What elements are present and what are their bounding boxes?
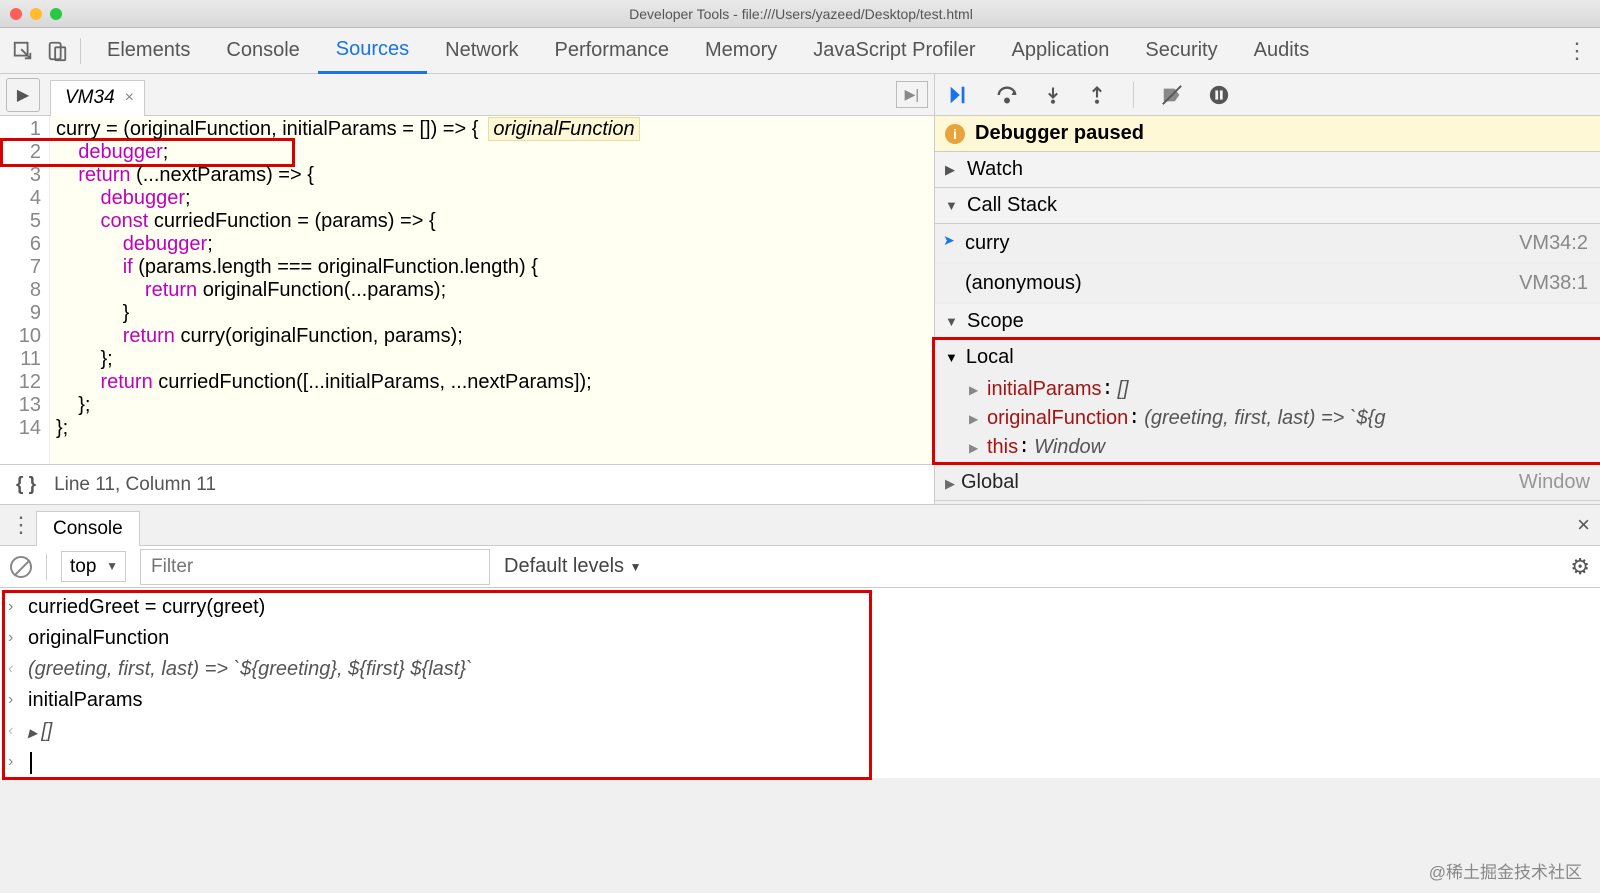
tab-javascript-profiler[interactable]: JavaScript Profiler: [795, 28, 993, 74]
more-icon[interactable]: ⋮: [10, 512, 30, 538]
clear-console-icon[interactable]: [10, 556, 32, 578]
console-input-row[interactable]: [0, 747, 1600, 778]
tab-sources[interactable]: Sources: [318, 28, 427, 74]
call-stack-section[interactable]: ▼Call Stack: [935, 188, 1600, 224]
pretty-print-icon[interactable]: { }: [16, 474, 36, 496]
context-select[interactable]: top: [61, 551, 126, 582]
window-titlebar: Developer Tools - file:///Users/yazeed/D…: [0, 0, 1600, 28]
file-name: VM34: [65, 87, 115, 109]
watermark: @稀土掘金技术社区: [1429, 858, 1582, 883]
step-into-icon[interactable]: [1043, 84, 1063, 106]
deactivate-breakpoints-icon[interactable]: [1160, 84, 1184, 106]
call-stack-frame[interactable]: (anonymous)VM38:1: [935, 264, 1600, 304]
close-icon[interactable]: ×: [1577, 512, 1590, 538]
tab-security[interactable]: Security: [1127, 28, 1235, 74]
editor-status-bar: { } Line 11, Column 11: [0, 464, 934, 504]
cursor-position: Line 11, Column 11: [54, 474, 216, 496]
scope-variable[interactable]: ▶initialParams: []: [935, 375, 1600, 404]
console-input-row: originalFunction: [0, 623, 1600, 654]
scope-global-header[interactable]: ▶Global Window: [935, 465, 1600, 501]
warning-icon: i: [945, 124, 965, 144]
watch-section[interactable]: ▶Watch: [935, 152, 1600, 188]
window-title: Developer Tools - file:///Users/yazeed/D…: [12, 6, 1590, 22]
devtools-tabs: ElementsConsoleSourcesNetworkPerformance…: [0, 28, 1600, 74]
pause-on-exceptions-icon[interactable]: [1208, 84, 1230, 106]
code-editor[interactable]: 1234567891011121314 curry = (originalFun…: [0, 116, 934, 464]
console-output-row: ▶[]: [0, 716, 1600, 747]
file-tab-bar: ▶ VM34 × ▶|: [0, 74, 934, 116]
filter-input[interactable]: [140, 549, 490, 585]
gear-icon[interactable]: ⚙: [1570, 554, 1590, 580]
debugger-panel: i Debugger paused ▶Watch ▼Call Stack cur…: [935, 74, 1600, 504]
code-lines: curry = (originalFunction, initialParams…: [50, 116, 934, 464]
resume-icon[interactable]: [945, 84, 971, 106]
inspect-icon[interactable]: [8, 36, 38, 66]
step-out-icon[interactable]: [1087, 84, 1107, 106]
more-icon[interactable]: ⋮: [1562, 38, 1592, 64]
separator: [80, 38, 81, 64]
console-output[interactable]: curriedGreet = curry(greet)originalFunct…: [0, 588, 1600, 778]
debugger-paused-message: i Debugger paused: [935, 116, 1600, 152]
tab-network[interactable]: Network: [427, 28, 536, 74]
step-over-icon[interactable]: [995, 84, 1019, 106]
scope-local-box: ▼Local ▶initialParams: []▶originalFuncti…: [932, 337, 1600, 465]
console-input-row: curriedGreet = curry(greet): [0, 592, 1600, 623]
scope-section[interactable]: ▼Scope: [935, 304, 1600, 340]
console-output-row: (greeting, first, last) => `${greeting},…: [0, 654, 1600, 685]
tab-audits[interactable]: Audits: [1236, 28, 1328, 74]
console-drawer-header: ⋮ Console ×: [0, 504, 1600, 546]
line-gutter: 1234567891011121314: [0, 116, 50, 464]
log-levels-select[interactable]: Default levels ▼: [504, 555, 642, 578]
device-toggle-icon[interactable]: [42, 36, 72, 66]
scope-local-header[interactable]: ▼Local: [935, 340, 1600, 375]
call-stack-frame[interactable]: curryVM34:2: [935, 224, 1600, 264]
tab-memory[interactable]: Memory: [687, 28, 795, 74]
tab-elements[interactable]: Elements: [89, 28, 208, 74]
file-tab-vm34[interactable]: VM34 ×: [50, 80, 145, 116]
tab-performance[interactable]: Performance: [537, 28, 688, 74]
console-input-row: initialParams: [0, 685, 1600, 716]
close-icon[interactable]: ×: [125, 89, 134, 107]
tab-application[interactable]: Application: [994, 28, 1128, 74]
show-navigator-icon[interactable]: ▶: [6, 78, 40, 112]
scope-variable[interactable]: ▶originalFunction: (greeting, first, las…: [935, 404, 1600, 433]
scope-variable[interactable]: ▶this: Window: [935, 433, 1600, 462]
console-tab[interactable]: Console: [36, 511, 140, 546]
debug-toolbar: [935, 74, 1600, 116]
open-file-icon[interactable]: ▶|: [896, 81, 928, 108]
tab-console[interactable]: Console: [208, 28, 317, 74]
console-toolbar: top Default levels ▼ ⚙: [0, 546, 1600, 588]
